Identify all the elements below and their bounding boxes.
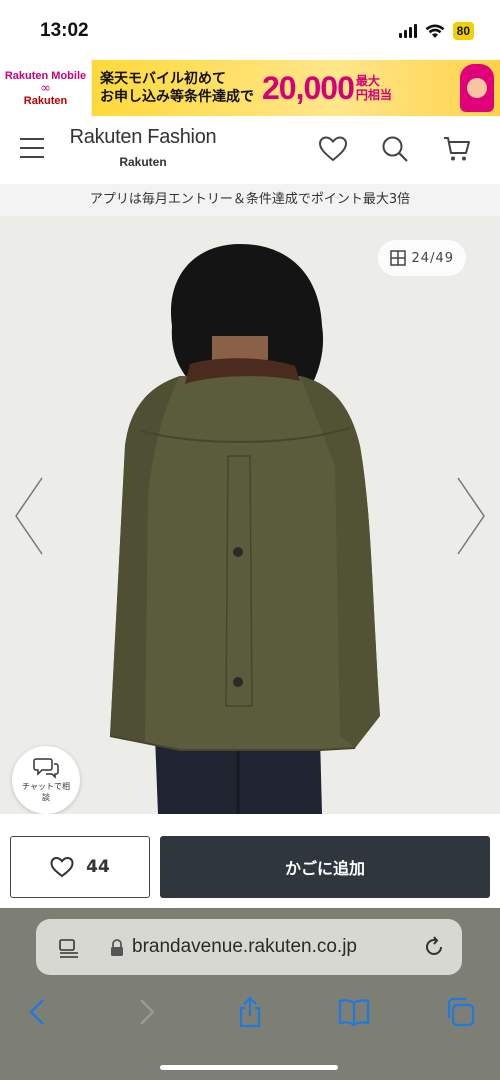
lock-icon — [111, 939, 123, 956]
image-counter[interactable]: 24/49 — [377, 240, 466, 276]
ad-brand-top: Rakuten Mobile — [4, 69, 87, 82]
favorite-count: 44 — [86, 857, 110, 877]
add-to-cart-button[interactable]: かごに追加 — [160, 836, 490, 898]
home-indicator — [160, 1065, 338, 1070]
reader-mode-icon[interactable] — [58, 937, 80, 959]
logo-main: Rakuten Fashion — [69, 126, 217, 148]
wifi-icon — [425, 23, 445, 38]
status-time: 13:02 — [40, 20, 89, 41]
favorite-button[interactable]: 44 — [10, 836, 150, 898]
promo-strip[interactable]: アプリは毎月エントリー＆条件達成でポイント最大3倍 — [0, 184, 500, 216]
forward-icon[interactable] — [130, 996, 162, 1028]
chat-button[interactable]: チャットで相談 — [12, 746, 80, 814]
bookmarks-icon[interactable] — [338, 996, 370, 1028]
grid-icon — [389, 250, 406, 266]
site-logo[interactable]: Rakuten Fashion Rakuten — [68, 126, 218, 169]
ad-brand-bottom: Rakuten — [23, 94, 68, 107]
product-image-gallery[interactable]: 24/49 チャットで相談 — [0, 216, 500, 814]
url-text: brandavenue.rakuten.co.jp — [132, 936, 357, 957]
ad-amount: 20,000 — [262, 69, 355, 106]
chevron-left-icon[interactable] — [14, 476, 44, 556]
search-icon[interactable] — [380, 134, 410, 164]
logo-sub: Rakuten — [119, 155, 167, 169]
status-icons: 80 — [398, 22, 474, 40]
ad-copy: 楽天モバイル初めて お申し込み等条件達成で — [100, 70, 254, 106]
status-bar: 13:02 80 — [0, 0, 500, 58]
infinity-icon: ∞ — [40, 80, 51, 96]
chat-label: チャットで相談 — [22, 782, 70, 802]
image-counter-text: 24/49 — [411, 250, 454, 266]
ad-main: 楽天モバイル初めて お申し込み等条件達成で 20,000 最大 円相当 — [92, 60, 500, 116]
address-bar[interactable]: brandavenue.rakuten.co.jp — [36, 919, 462, 975]
ad-unit-line1: 最大 — [355, 74, 380, 88]
back-icon[interactable] — [22, 996, 54, 1028]
chevron-right-icon[interactable] — [456, 476, 486, 556]
product-image — [0, 216, 500, 814]
browser-toolbar — [0, 988, 500, 1038]
ad-unit-line2: 円相当 — [355, 88, 392, 102]
reload-icon[interactable] — [422, 935, 446, 959]
tabs-icon[interactable] — [444, 996, 476, 1028]
signal-icon — [398, 24, 417, 38]
ad-banner[interactable]: Rakuten Mobile ∞ Rakuten 楽天モバイル初めて お申し込み… — [0, 60, 500, 116]
menu-icon[interactable] — [20, 138, 44, 158]
ad-brand-block: Rakuten Mobile ∞ Rakuten — [0, 60, 92, 116]
chat-bubble-icon — [33, 758, 59, 779]
site-header: Rakuten Fashion Rakuten — [0, 116, 500, 184]
cart-icon[interactable] — [442, 134, 472, 164]
share-icon[interactable] — [234, 996, 266, 1028]
browser-chrome: brandavenue.rakuten.co.jp — [0, 908, 500, 1080]
action-bar: 44 かごに追加 — [0, 814, 500, 908]
ad-unit: 最大 円相当 — [356, 74, 392, 102]
ad-line2: お申し込み等条件達成で — [100, 89, 254, 105]
ad-mascot-image — [460, 64, 494, 112]
ad-line1: 楽天モバイル初めて — [100, 71, 226, 87]
battery-indicator: 80 — [452, 22, 474, 40]
heart-icon — [50, 856, 74, 878]
heart-icon[interactable] — [318, 134, 348, 164]
